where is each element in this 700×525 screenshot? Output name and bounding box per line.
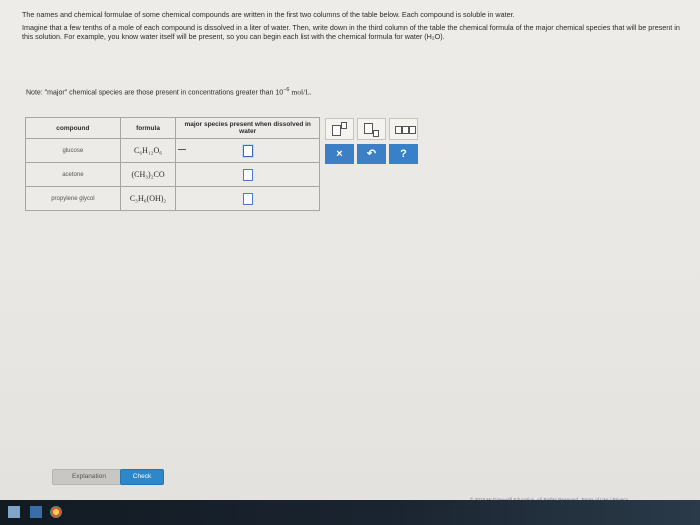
answer-input[interactable] bbox=[242, 168, 253, 181]
instructions: The names and chemical formulae of some … bbox=[22, 10, 682, 45]
instructions-paragraph-1: The names and chemical formulae of some … bbox=[22, 10, 515, 19]
instructions-paragraph-2: Imagine that a few tenths of a mole of e… bbox=[22, 22, 680, 42]
table-row: glucose C₆H₁₂O₆ bbox=[25, 138, 320, 163]
superscript-template-button[interactable] bbox=[325, 118, 354, 140]
list-template-button[interactable] bbox=[389, 118, 418, 140]
assignment-page: The names and chemical formulae of some … bbox=[0, 0, 700, 502]
base-box-icon bbox=[364, 123, 373, 134]
compound-formula: C₃H₆(OH)₂ bbox=[119, 186, 177, 211]
base-box-icon bbox=[332, 125, 341, 136]
note-base: 10 bbox=[275, 89, 284, 97]
text-cursor bbox=[178, 149, 186, 150]
note-exponent: −6 bbox=[283, 87, 290, 93]
taskbar bbox=[0, 500, 700, 525]
header-compound: compound bbox=[25, 117, 121, 139]
start-icon[interactable] bbox=[8, 506, 20, 518]
header-major-species: major species present when dissolved in … bbox=[175, 117, 320, 139]
undo-button[interactable]: ↶ bbox=[357, 144, 386, 164]
species-answer-cell[interactable] bbox=[175, 162, 320, 187]
clear-button[interactable]: × bbox=[325, 144, 354, 164]
subscript-template-button[interactable] bbox=[357, 118, 386, 140]
answer-input[interactable] bbox=[242, 144, 253, 157]
explanation-button[interactable]: Explanation bbox=[52, 469, 126, 485]
list-box-icon bbox=[402, 126, 409, 134]
check-button[interactable]: Check bbox=[120, 469, 164, 485]
subscript-box-icon bbox=[373, 130, 379, 137]
compound-formula: (CH₃)₂CO bbox=[119, 162, 177, 187]
table-row: acetone (CH₃)₂CO bbox=[25, 162, 320, 187]
help-button[interactable]: ? bbox=[389, 144, 418, 164]
compound-name: glucose bbox=[25, 138, 121, 163]
header-formula: formula bbox=[119, 117, 177, 139]
compounds-table: compound formula major species present w… bbox=[25, 117, 320, 211]
species-answer-cell[interactable] bbox=[175, 138, 320, 163]
template-row bbox=[325, 118, 418, 140]
compound-name: propylene glycol bbox=[25, 186, 121, 211]
table-header-row: compound formula major species present w… bbox=[25, 117, 320, 139]
species-answer-cell[interactable] bbox=[175, 186, 320, 211]
table-row: propylene glycol C₃H₆(OH)₂ bbox=[25, 186, 320, 211]
chrome-icon[interactable] bbox=[50, 506, 62, 518]
list-box-icon bbox=[409, 126, 416, 134]
control-row: × ↶ ? bbox=[325, 144, 418, 164]
formula-toolbox: × ↶ ? bbox=[325, 118, 418, 168]
note-text: Note: "major" chemical species are those… bbox=[26, 89, 274, 97]
compound-name: acetone bbox=[25, 162, 121, 187]
list-box-icon bbox=[395, 126, 402, 134]
superscript-box-icon bbox=[341, 122, 347, 129]
note: Note: "major" chemical species are those… bbox=[26, 87, 312, 96]
answer-input[interactable] bbox=[242, 192, 253, 205]
taskbar-app-icon[interactable] bbox=[30, 506, 42, 518]
compound-formula: C₆H₁₂O₆ bbox=[119, 138, 177, 163]
note-unit: mol/L. bbox=[291, 87, 312, 97]
